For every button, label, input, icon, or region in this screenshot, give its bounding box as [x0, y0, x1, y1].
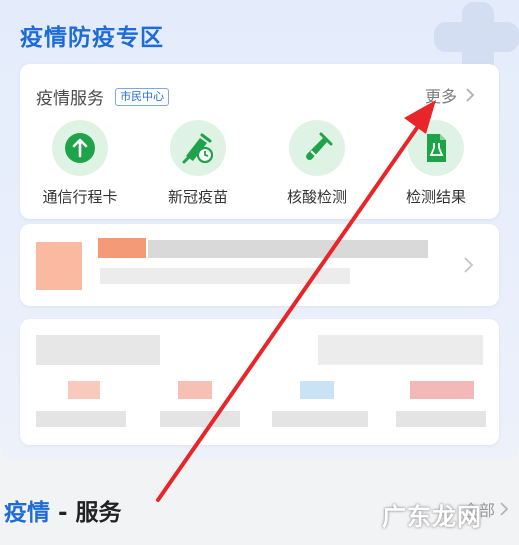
- annotation-arrow-icon: [156, 100, 436, 502]
